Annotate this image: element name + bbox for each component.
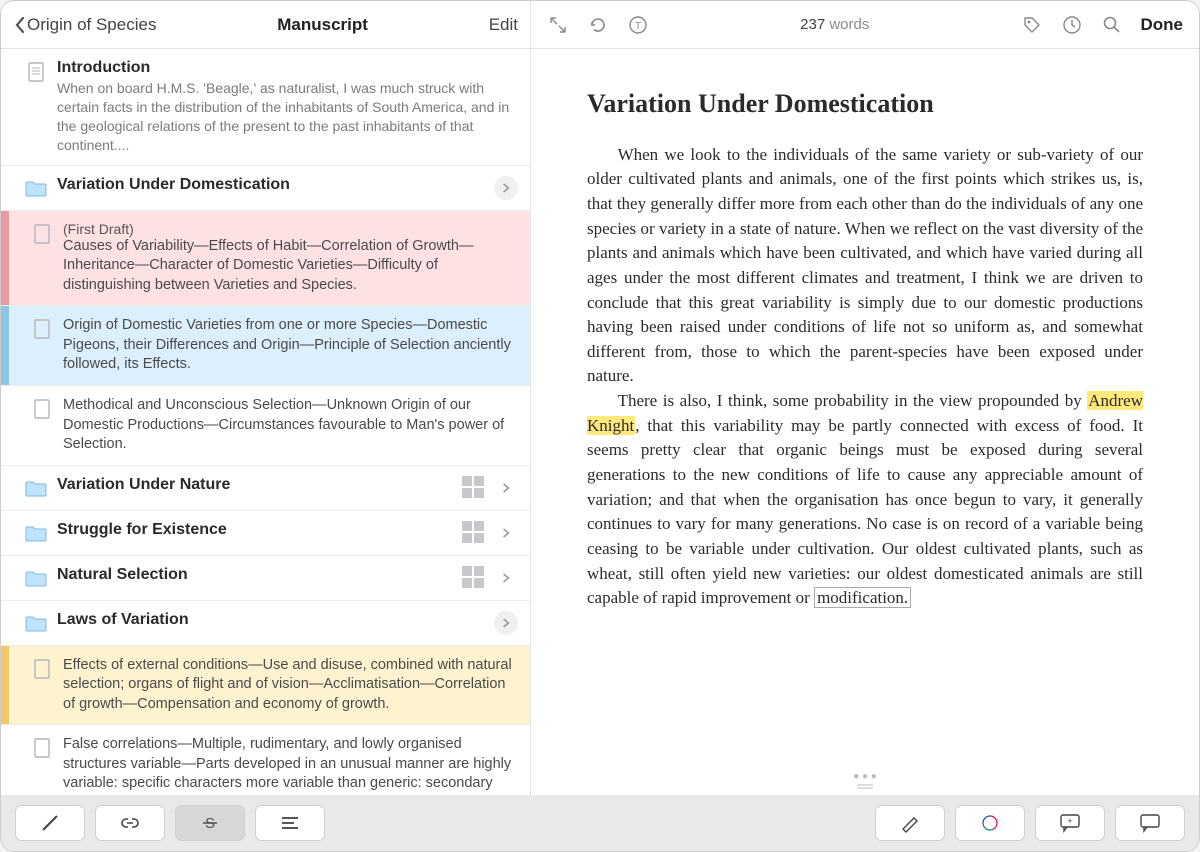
compose-button[interactable]	[15, 805, 85, 841]
history-icon[interactable]	[1061, 14, 1083, 36]
outline-folder-struggle[interactable]: Struggle for Existence	[1, 511, 530, 556]
bottom-toolbar: S +	[1, 795, 1199, 851]
cursor-word: modification.	[814, 587, 911, 608]
outline-subitem[interactable]: False correlations—Multiple, rudimentary…	[1, 725, 530, 795]
folder-icon	[25, 478, 47, 500]
disclosure-button[interactable]	[494, 176, 518, 200]
outline-folder-natural-selection[interactable]: Natural Selection	[1, 556, 530, 601]
svg-text:+: +	[1067, 816, 1072, 826]
outline-item-text: Effects of external conditions—Use and d…	[63, 656, 518, 715]
done-button[interactable]: Done	[1141, 15, 1184, 35]
chevron-right-icon[interactable]	[494, 521, 518, 545]
chevron-right-icon[interactable]	[494, 566, 518, 590]
outline-subitem[interactable]: Origin of Domestic Varieties from one or…	[1, 306, 530, 386]
tag-icon[interactable]	[1021, 14, 1043, 36]
outline-item-title: Variation Under Domestication	[57, 176, 484, 194]
outline-item-synopsis: When on board H.M.S. 'Beagle,' as natura…	[57, 79, 518, 155]
outline-item-title: Natural Selection	[57, 566, 452, 584]
editor-paragraph: When we look to the individuals of the s…	[587, 143, 1143, 389]
outline-folder-laws-variation[interactable]: Laws of Variation	[1, 601, 530, 646]
pane-grabber[interactable]	[531, 779, 1199, 795]
document-icon	[31, 318, 53, 340]
link-button[interactable]	[95, 805, 165, 841]
folder-icon	[25, 568, 47, 590]
outline-item-title: Introduction	[57, 59, 518, 77]
outline-folder-variation-nature[interactable]: Variation Under Nature	[1, 466, 530, 511]
editor-panel: T 237 words Done Variation Under Domesti…	[531, 1, 1199, 795]
outline-panel: Origin of Species Manuscript Edit Introd…	[1, 1, 531, 795]
editor-header: T 237 words Done	[531, 1, 1199, 49]
document-icon	[31, 398, 53, 420]
expand-icon[interactable]	[547, 14, 569, 36]
outline-list[interactable]: Introduction When on board H.M.S. 'Beagl…	[1, 49, 530, 795]
align-button[interactable]	[255, 805, 325, 841]
document-icon	[25, 61, 47, 83]
outline-title: Manuscript	[156, 15, 488, 35]
word-count[interactable]: 237 words	[800, 16, 869, 33]
folder-icon	[25, 178, 47, 200]
outline-item-title: Variation Under Nature	[57, 476, 452, 494]
outline-item-text: False correlations—Multiple, rudimentary…	[63, 735, 518, 795]
outline-item-introduction[interactable]: Introduction When on board H.M.S. 'Beagl…	[1, 49, 530, 166]
back-button[interactable]: Origin of Species	[13, 15, 156, 35]
document-icon	[31, 658, 53, 680]
chevron-left-icon	[13, 15, 27, 35]
typewriter-icon[interactable]: T	[627, 14, 649, 36]
outline-header: Origin of Species Manuscript Edit	[1, 1, 530, 49]
color-button[interactable]	[955, 805, 1025, 841]
folder-icon	[25, 523, 47, 545]
outline-subitem[interactable]: Effects of external conditions—Use and d…	[1, 646, 530, 726]
corkboard-icon[interactable]	[462, 476, 484, 498]
edit-button[interactable]: Edit	[489, 15, 518, 35]
editor-content[interactable]: Variation Under Domestication When we lo…	[531, 49, 1199, 773]
back-label: Origin of Species	[27, 15, 156, 35]
document-icon	[31, 223, 53, 245]
outline-subitem[interactable]: (First Draft) Causes of Variability—Effe…	[1, 211, 530, 307]
disclosure-button[interactable]	[494, 611, 518, 635]
outline-item-title: Laws of Variation	[57, 611, 484, 629]
outline-item-title: Struggle for Existence	[57, 521, 452, 539]
editor-paragraph: There is also, I think, some probability…	[587, 389, 1143, 611]
editor-title: Variation Under Domestication	[587, 85, 1143, 123]
comment-add-button[interactable]: +	[1035, 805, 1105, 841]
outline-item-text: Methodical and Unconscious Selection—Unk…	[63, 396, 518, 455]
corkboard-icon[interactable]	[462, 566, 484, 588]
chevron-right-icon[interactable]	[494, 476, 518, 500]
highlighter-button[interactable]	[875, 805, 945, 841]
comment-button[interactable]	[1115, 805, 1185, 841]
sync-icon[interactable]	[587, 14, 609, 36]
outline-folder-variation-domestication[interactable]: Variation Under Domestication	[1, 166, 530, 211]
folder-icon	[25, 613, 47, 635]
document-icon	[31, 737, 53, 759]
strikethrough-button[interactable]: S	[175, 805, 245, 841]
search-icon[interactable]	[1101, 14, 1123, 36]
outline-item-text: Causes of Variability—Effects of Habit—C…	[63, 237, 518, 296]
draft-label: (First Draft)	[63, 221, 518, 237]
outline-subitem[interactable]: Methodical and Unconscious Selection—Unk…	[1, 386, 530, 466]
outline-item-text: Origin of Domestic Varieties from one or…	[63, 316, 518, 375]
svg-text:T: T	[635, 21, 641, 32]
corkboard-icon[interactable]	[462, 521, 484, 543]
